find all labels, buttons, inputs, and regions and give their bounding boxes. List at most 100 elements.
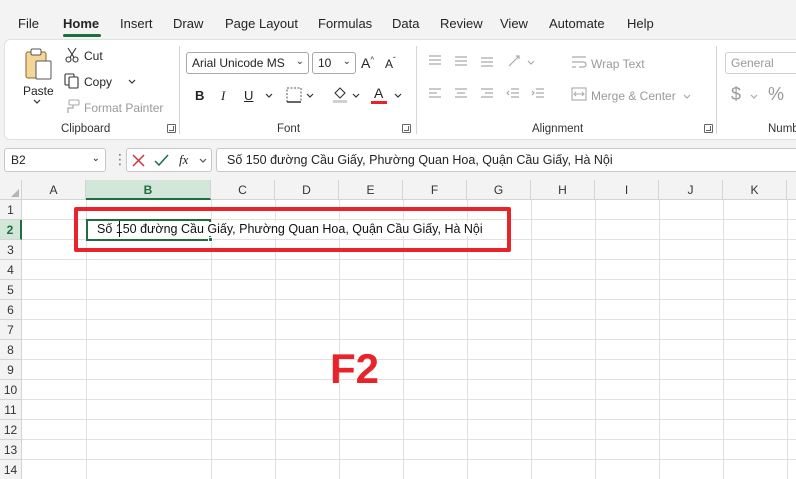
- column-header-h[interactable]: H: [531, 180, 595, 200]
- format-painter-button[interactable]: Format Painter: [84, 101, 163, 115]
- scissors-icon: [65, 47, 79, 63]
- wrap-text-button[interactable]: Wrap Text: [591, 57, 645, 71]
- font-name-value: Arial Unicode MS: [192, 56, 285, 70]
- format-painter-icon: [67, 99, 80, 113]
- row-header-11[interactable]: 11: [0, 400, 22, 420]
- underline-button[interactable]: U: [244, 88, 253, 103]
- enter-check-icon[interactable]: [154, 154, 169, 167]
- orientation-dropdown-icon[interactable]: [527, 60, 535, 66]
- alignment-launcher-icon[interactable]: [704, 124, 713, 133]
- number-format-value: General: [731, 56, 774, 70]
- font-launcher-icon[interactable]: [402, 124, 411, 133]
- row-header-7[interactable]: 7: [0, 320, 22, 340]
- row-header-4[interactable]: 4: [0, 260, 22, 280]
- underline-dropdown-icon[interactable]: [265, 93, 273, 99]
- row-header-1[interactable]: 1: [0, 200, 22, 220]
- gridline: [22, 319, 796, 320]
- currency-dropdown-icon[interactable]: [750, 94, 758, 100]
- bold-button[interactable]: B: [195, 88, 204, 103]
- insert-function-button[interactable]: fx: [179, 152, 188, 168]
- row-header-8[interactable]: 8: [0, 340, 22, 360]
- increase-font-size-icon[interactable]: A^: [361, 55, 374, 71]
- menu-view[interactable]: View: [500, 16, 528, 31]
- row-header-2[interactable]: 2: [0, 220, 22, 240]
- menu-formulas[interactable]: Formulas: [318, 16, 372, 31]
- select-all-button[interactable]: [0, 180, 22, 200]
- column-header-d[interactable]: D: [275, 180, 339, 200]
- align-left-icon[interactable]: [428, 88, 442, 100]
- more-options-icon[interactable]: ⋮: [113, 151, 127, 168]
- merge-dropdown-icon[interactable]: [683, 94, 691, 100]
- alignment-group-label: Alignment: [532, 123, 584, 135]
- fill-color-dropdown-icon[interactable]: [352, 93, 360, 99]
- chevron-down-icon: ⌄: [342, 56, 351, 67]
- borders-icon[interactable]: [286, 87, 302, 103]
- decrease-indent-icon[interactable]: [506, 88, 520, 100]
- copy-button[interactable]: Copy: [84, 75, 112, 89]
- row-header-9[interactable]: 9: [0, 360, 22, 380]
- increase-indent-icon[interactable]: [531, 88, 545, 100]
- font-size-select[interactable]: 10 ⌄: [312, 52, 356, 74]
- font-color-icon[interactable]: A: [374, 85, 383, 101]
- number-format-select[interactable]: General: [725, 52, 796, 74]
- row-header-12[interactable]: 12: [0, 420, 22, 440]
- menu-review[interactable]: Review: [440, 16, 483, 31]
- row-header-6[interactable]: 6: [0, 300, 22, 320]
- italic-button[interactable]: I: [221, 88, 225, 104]
- gridline: [22, 439, 796, 440]
- column-header-i[interactable]: I: [595, 180, 659, 200]
- row-header-13[interactable]: 13: [0, 440, 22, 460]
- align-middle-icon[interactable]: [454, 55, 468, 67]
- column-header-b[interactable]: B: [86, 180, 211, 200]
- cancel-icon[interactable]: [132, 154, 145, 167]
- gridline: [22, 399, 796, 400]
- copy-dropdown-icon[interactable]: [128, 79, 136, 85]
- paste-dropdown-icon[interactable]: [33, 99, 41, 105]
- row-header-10[interactable]: 10: [0, 380, 22, 400]
- cut-button[interactable]: Cut: [84, 49, 103, 63]
- menu-page-layout[interactable]: Page Layout: [225, 16, 298, 31]
- row-header-5[interactable]: 5: [0, 280, 22, 300]
- paste-icon[interactable]: [24, 47, 54, 81]
- column-header-j[interactable]: J: [659, 180, 723, 200]
- borders-dropdown-icon[interactable]: [306, 93, 314, 99]
- group-separator: [179, 46, 180, 134]
- gridline: [22, 359, 796, 360]
- column-header-c[interactable]: C: [211, 180, 275, 200]
- align-center-icon[interactable]: [454, 88, 468, 100]
- menu-automate[interactable]: Automate: [549, 16, 605, 31]
- column-header-k[interactable]: K: [723, 180, 787, 200]
- percent-icon[interactable]: %: [768, 84, 784, 105]
- fill-color-icon[interactable]: [331, 85, 349, 103]
- clipboard-launcher-icon[interactable]: [167, 124, 176, 133]
- menu-file[interactable]: File: [18, 16, 39, 31]
- column-header-a[interactable]: A: [22, 180, 86, 200]
- formula-input[interactable]: Số 150 đường Cầu Giấy, Phường Quan Hoa, …: [216, 148, 796, 172]
- column-header-f[interactable]: F: [403, 180, 467, 200]
- menu-insert[interactable]: Insert: [120, 16, 153, 31]
- group-separator: [416, 46, 417, 134]
- name-box-value: B2: [11, 153, 26, 167]
- currency-icon[interactable]: $: [731, 84, 741, 105]
- paste-button[interactable]: Paste: [23, 84, 54, 98]
- menu-data[interactable]: Data: [392, 16, 419, 31]
- orientation-icon[interactable]: [507, 52, 525, 68]
- align-right-icon[interactable]: [480, 88, 494, 100]
- font-color-dropdown-icon[interactable]: [394, 93, 402, 99]
- copy-icon: [64, 73, 79, 89]
- name-box[interactable]: B2 ⌄: [4, 148, 106, 172]
- menu-draw[interactable]: Draw: [173, 16, 203, 31]
- merge-center-button[interactable]: Merge & Center: [591, 89, 676, 103]
- align-top-icon[interactable]: [428, 55, 442, 67]
- align-bottom-icon[interactable]: [480, 55, 494, 67]
- row-header-14[interactable]: 14: [0, 460, 22, 479]
- gridline: [22, 299, 796, 300]
- decrease-font-size-icon[interactable]: Aˇ: [385, 56, 396, 71]
- menu-help[interactable]: Help: [627, 16, 654, 31]
- function-dropdown-icon[interactable]: [199, 158, 207, 164]
- column-header-e[interactable]: E: [339, 180, 403, 200]
- column-header-g[interactable]: G: [467, 180, 531, 200]
- menu-home[interactable]: Home: [63, 16, 99, 31]
- font-name-select[interactable]: Arial Unicode MS ⌄: [186, 52, 309, 74]
- row-header-3[interactable]: 3: [0, 240, 22, 260]
